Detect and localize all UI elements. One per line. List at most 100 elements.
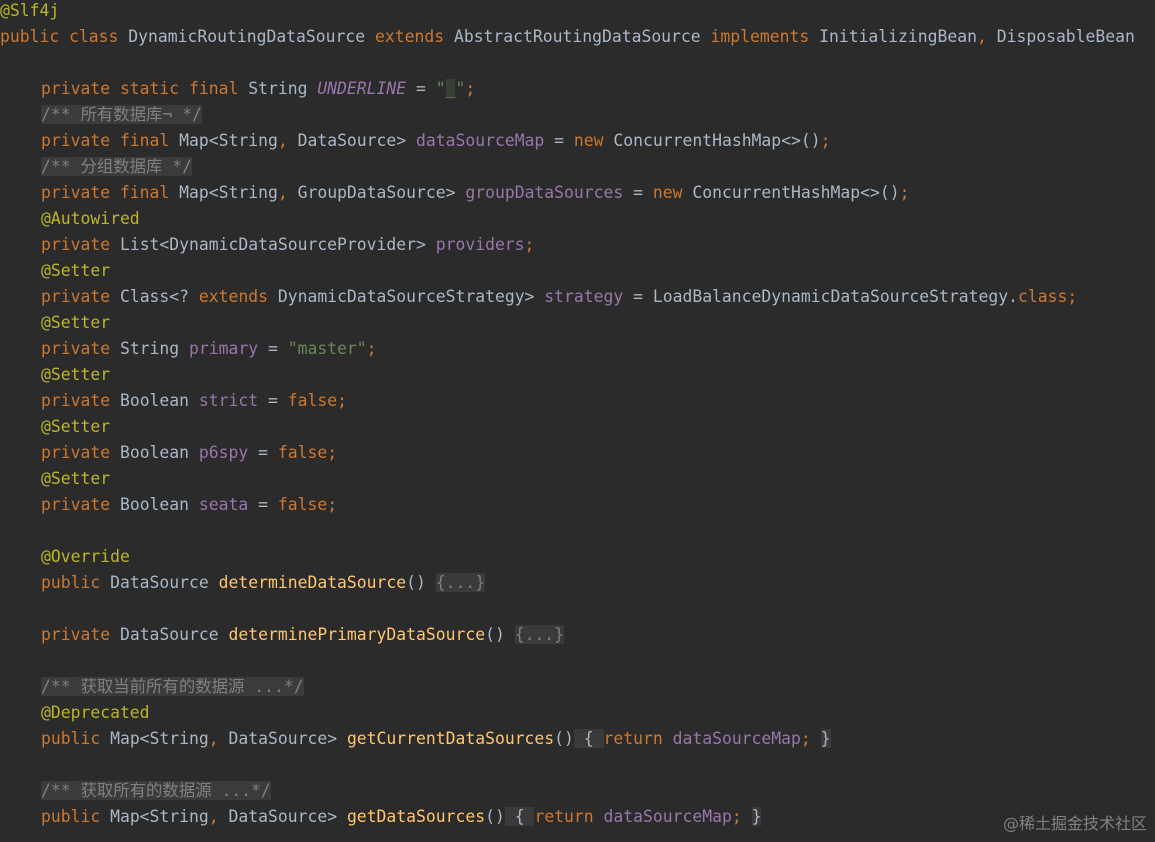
code-token-keyword: false; — [277, 443, 338, 462]
code-token-keyword: extends — [375, 27, 454, 46]
code-token-text: = — [258, 339, 288, 358]
code-token-comment: /** 获取所有的数据源 ...*/ — [41, 781, 271, 800]
code-token-method: getCurrentDataSources — [346, 729, 555, 748]
code-line: @Setter — [41, 258, 110, 284]
code-token-keyword: private final — [41, 183, 180, 202]
code-line: /** 获取所有的数据源 ...*/ — [41, 778, 271, 804]
code-token-comment: /** 获取当前所有的数据源 ...*/ — [41, 677, 304, 696]
code-token-text: DynamicRoutingDataSource — [128, 27, 375, 46]
code-token-keyword: false; — [277, 495, 338, 514]
code-token-keyword: ; — [800, 729, 821, 748]
code-token-annotation: @Setter — [41, 261, 111, 280]
code-token-fold[interactable]: {...} — [435, 573, 486, 592]
code-token-field-italic: UNDERLINE — [317, 79, 407, 98]
code-token-keyword: private — [41, 495, 120, 514]
code-token-text: Boolean — [119, 443, 199, 462]
code-token-text: } — [751, 807, 762, 826]
code-token-text: { — [504, 807, 535, 826]
code-token-text: Boolean — [119, 391, 199, 410]
code-line: @Deprecated — [41, 700, 150, 726]
code-token-annotation: @Slf4j — [0, 1, 60, 20]
code-token-field: primary — [189, 339, 259, 358]
code-token-keyword: private — [41, 625, 120, 644]
code-line: @Setter — [41, 414, 110, 440]
code-token-text: GroupDataSource> — [297, 183, 466, 202]
code-token-text: } — [820, 729, 831, 748]
code-token-text: DataSource — [119, 625, 229, 644]
code-token-keyword: extends — [198, 287, 278, 306]
code-token-keyword: private — [41, 235, 120, 254]
code-token-text: = — [544, 131, 574, 150]
code-line: @Setter — [41, 310, 110, 336]
code-token-keyword: return — [603, 729, 673, 748]
code-line: private String primary = "master"; — [41, 336, 377, 362]
code-token-keyword: ; — [366, 339, 377, 358]
code-line: @Slf4j — [0, 0, 59, 24]
code-token-keyword: ; — [465, 79, 476, 98]
code-token-fold[interactable]: {...} — [514, 625, 565, 644]
code-token-annotation: @Deprecated — [41, 703, 150, 722]
code-token-text: String — [248, 79, 318, 98]
code-token-string: "master" — [287, 339, 367, 358]
code-token-string: " — [435, 79, 446, 98]
code-token-text: Map<String — [179, 131, 278, 150]
code-token-text: () — [554, 729, 574, 748]
code-token-text: String — [119, 339, 190, 358]
code-editor[interactable]: @Slf4j public class DynamicRoutingDataSou… — [0, 0, 1155, 842]
code-token-keyword: , — [208, 729, 229, 748]
code-token-keyword: ; — [524, 235, 535, 254]
code-token-field: groupDataSources — [465, 183, 624, 202]
code-token-text: Map<String — [179, 183, 278, 202]
code-token-text: DataSource> — [297, 131, 417, 150]
code-token-keyword: private — [41, 339, 120, 358]
code-token-annotation: @Setter — [41, 365, 111, 384]
code-token-text: () — [485, 625, 515, 644]
code-token-field: strict — [198, 391, 259, 410]
code-token-text: ConcurrentHashMap<>() — [692, 183, 900, 202]
code-line: /** 获取当前所有的数据源 ...*/ — [41, 674, 304, 700]
code-token-annotation: @Setter — [41, 469, 111, 488]
code-line: private Boolean seata = false; — [41, 492, 337, 518]
code-line: private final Map<String, DataSource> da… — [41, 128, 831, 154]
code-line: private List<DynamicDataSourceProvider> … — [41, 232, 534, 258]
code-token-field: dataSourceMap — [416, 131, 545, 150]
code-token-keyword: class — [1017, 287, 1068, 306]
code-token-keyword: public — [41, 573, 111, 592]
code-token-text: = — [258, 391, 288, 410]
code-token-field: providers — [435, 235, 525, 254]
code-token-text: DataSource> — [228, 729, 347, 748]
code-token-keyword: false; — [287, 391, 347, 410]
code-token-text: DataSource — [110, 573, 219, 592]
code-token-method: determineDataSource — [218, 573, 407, 592]
code-token-keyword: private final — [41, 131, 180, 150]
code-line: @Override — [41, 544, 130, 570]
code-token-annotation: @Override — [41, 547, 130, 566]
code-token-keyword: private — [41, 287, 120, 306]
code-token-text: { — [573, 729, 604, 748]
code-token-keyword: implements — [710, 27, 820, 46]
code-line: private DataSource determinePrimaryDataS… — [41, 622, 565, 648]
code-token-method: determinePrimaryDataSource — [228, 625, 486, 644]
code-token-keyword: ; — [731, 807, 752, 826]
code-token-keyword: private — [41, 443, 120, 462]
code-token-method: getDataSources — [346, 807, 486, 826]
code-token-keyword: ; — [899, 183, 910, 202]
code-token-keyword: ; — [820, 131, 831, 150]
code-line: @Autowired — [41, 206, 140, 232]
code-token-text: () — [485, 807, 505, 826]
code-token-text: Class<? — [119, 287, 199, 306]
code-token-text: DisposableBean — [996, 27, 1135, 46]
code-token-keyword: , — [208, 807, 229, 826]
code-token-text: = — [248, 495, 278, 514]
code-line: private Class<? extends DynamicDataSourc… — [41, 284, 1077, 310]
code-line: private Boolean p6spy = false; — [41, 440, 337, 466]
code-token-annotation: @Setter — [41, 417, 111, 436]
code-token-field: seata — [198, 495, 249, 514]
code-token-text: = — [248, 443, 278, 462]
code-token-text: List<DynamicDataSourceProvider> — [119, 235, 436, 254]
code-line: public class DynamicRoutingDataSource ex… — [0, 24, 1135, 50]
code-line: public DataSource determineDataSource() … — [41, 570, 486, 596]
code-token-comment: /** 分组数据库 */ — [41, 157, 193, 176]
code-token-text: = — [623, 183, 653, 202]
code-line: @Setter — [41, 362, 110, 388]
